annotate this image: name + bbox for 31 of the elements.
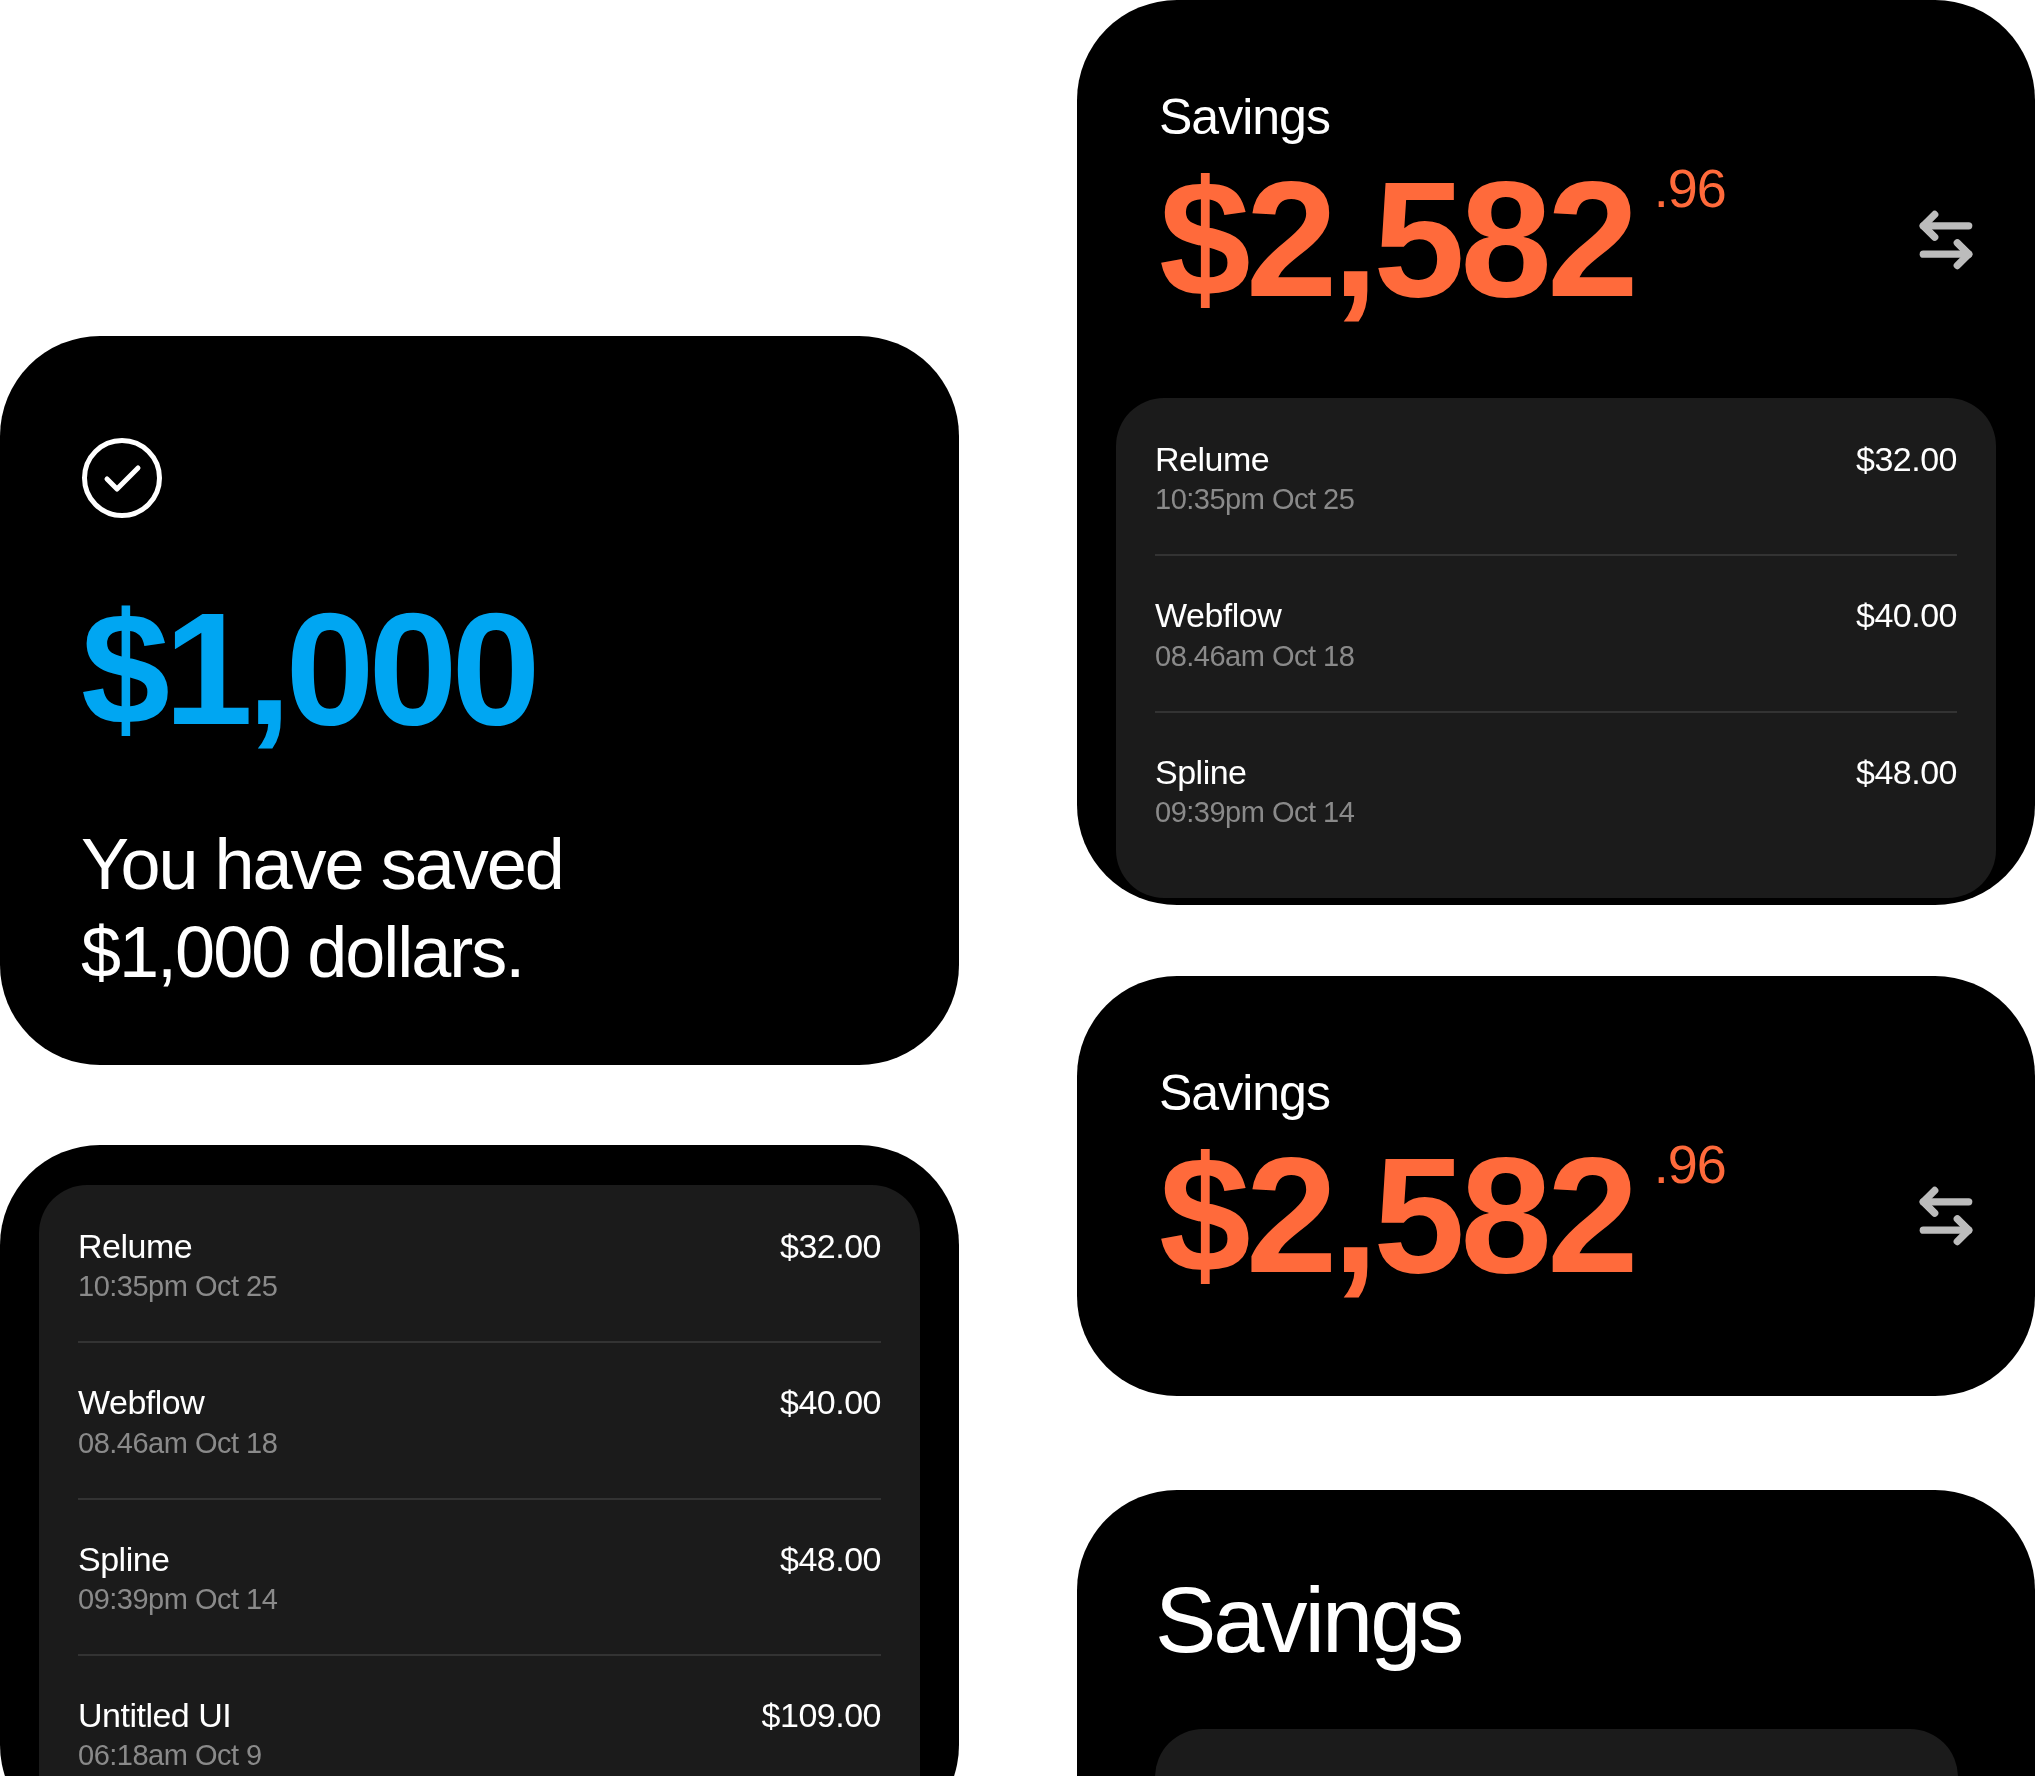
merchant-name: Untitled UI — [78, 1696, 233, 1736]
transaction-time: 10:35pm Oct 25 — [1155, 483, 1355, 517]
transaction-time: 09:39pm Oct 14 — [78, 1582, 278, 1617]
transaction-amount: $32.00 — [780, 1227, 881, 1267]
transaction-amount: $48.00 — [780, 1539, 881, 1579]
saved-message: You have saved $1,000 dollars. — [81, 823, 564, 994]
transaction-amount: $40.00 — [780, 1383, 881, 1423]
balance-cents: .96 — [1653, 161, 1726, 215]
savings-label: Savings — [1159, 1066, 1330, 1121]
transaction-time: 06:18am Oct 9 — [78, 1739, 262, 1773]
merchant-name: Spline — [78, 1539, 171, 1579]
saved-amount: $1,000 — [81, 589, 536, 749]
transaction-amount: $32.00 — [1856, 440, 1957, 480]
transaction-time: 10:35pm Oct 25 — [78, 1270, 278, 1304]
transaction-amount: $109.00 — [761, 1696, 881, 1736]
savings-label: Savings — [1159, 90, 1330, 145]
transaction-time: 08.46am Oct 18 — [1155, 639, 1355, 673]
merchant-name: Spline — [1155, 752, 1248, 792]
merchant-name: Webflow — [1155, 596, 1283, 636]
transaction-amount: $48.00 — [1856, 752, 1957, 792]
merchant-name: Webflow — [78, 1383, 206, 1423]
balance-cents: .96 — [1653, 1137, 1726, 1191]
savings-title: Savings — [1155, 1570, 1462, 1672]
merchant-name: Relume — [1155, 440, 1271, 480]
transaction-time: 09:39pm Oct 14 — [1155, 795, 1355, 830]
check-circle-icon — [81, 437, 163, 519]
balance-amount: $2,582 — [1159, 157, 1634, 322]
transaction-amount: $40.00 — [1856, 596, 1957, 636]
transaction-time: 08.46am Oct 18 — [78, 1426, 278, 1460]
balance-amount: $2,582 — [1159, 1133, 1634, 1298]
merchant-name: Relume — [78, 1227, 194, 1267]
